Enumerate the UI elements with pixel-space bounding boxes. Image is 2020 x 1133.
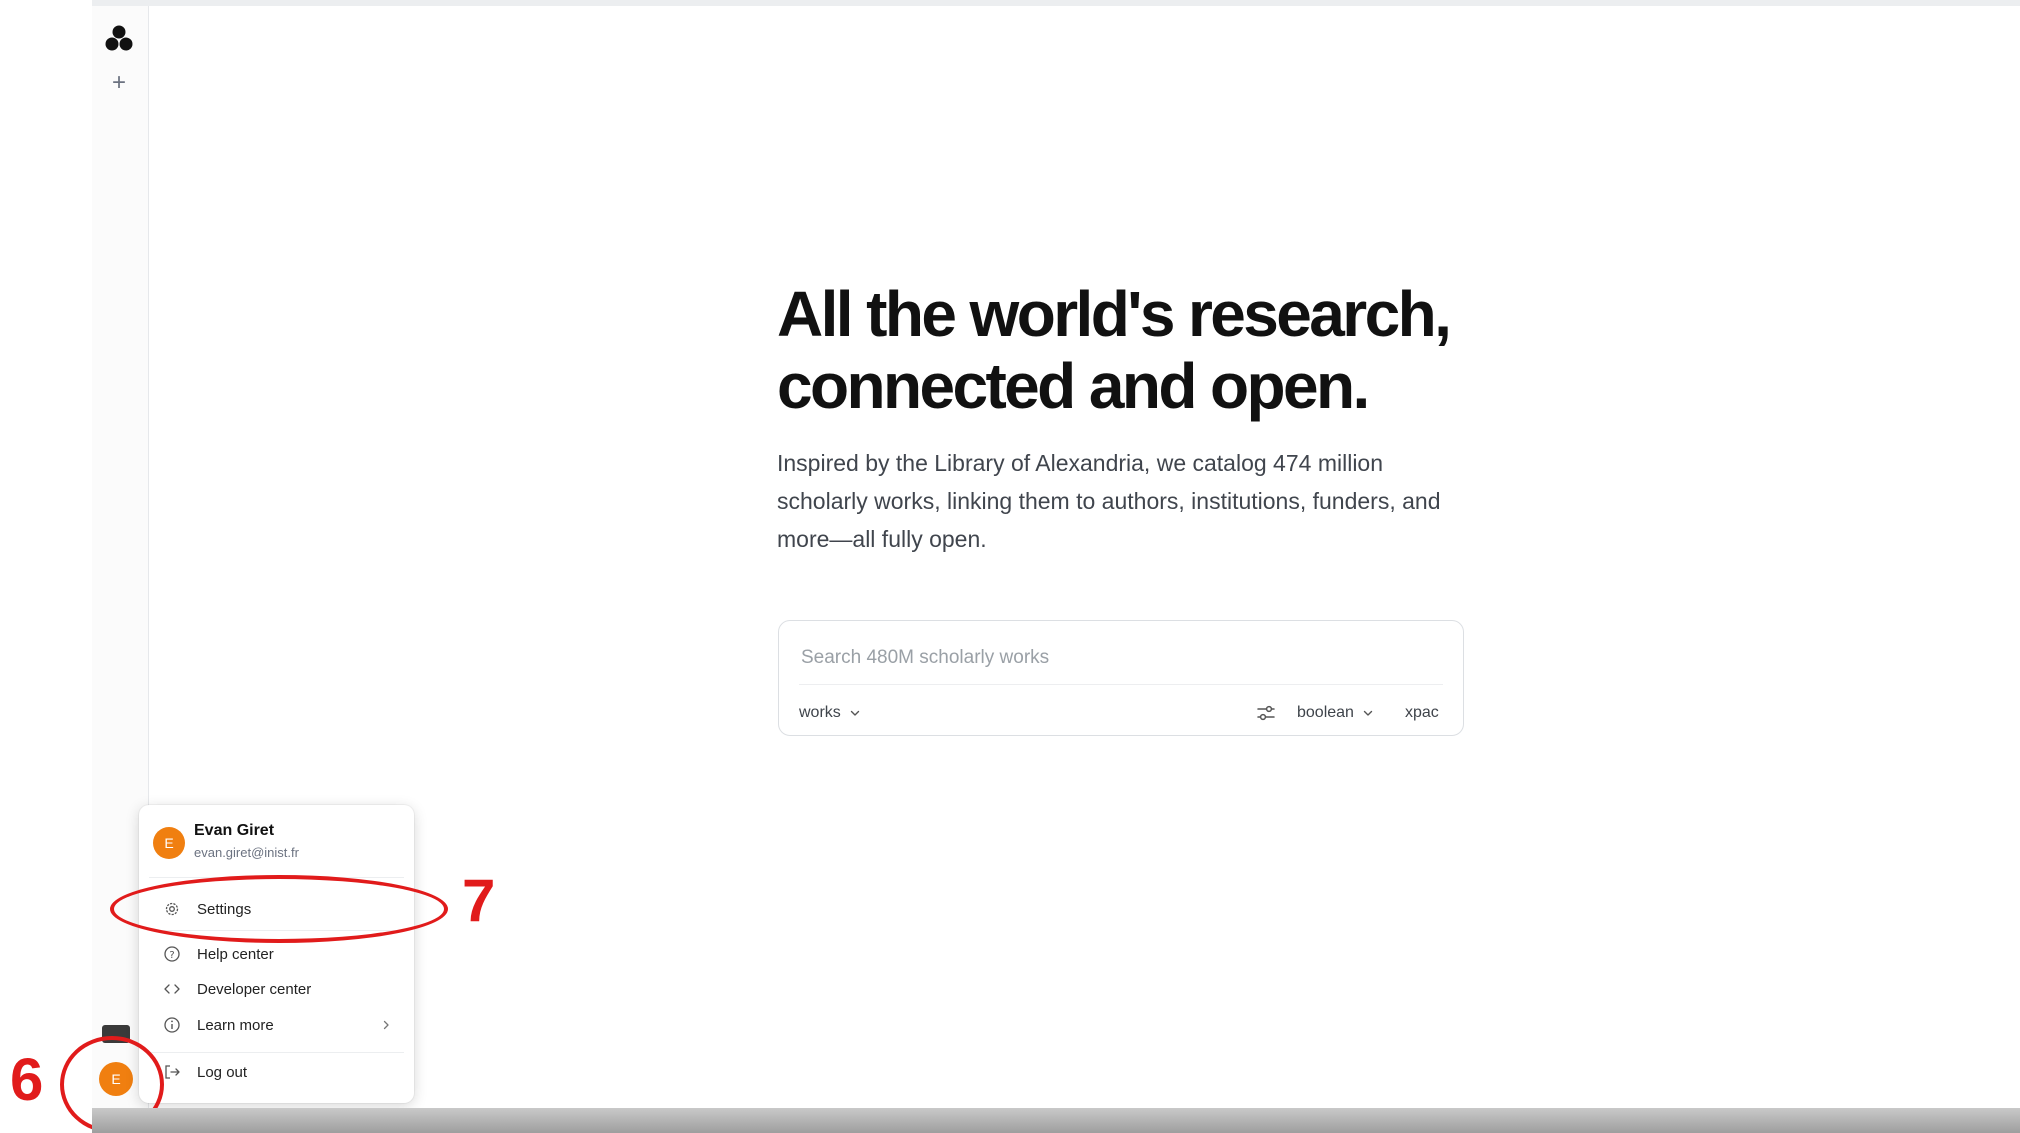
menu-item-learn-more[interactable]: Learn more <box>147 1010 406 1040</box>
annotation-number-6: 6 <box>10 1046 44 1113</box>
menu-item-help-center[interactable]: ? Help center <box>147 939 406 969</box>
chevron-down-icon <box>1363 710 1373 716</box>
annotation-number-7: 7 <box>462 867 496 934</box>
query-mode-label: boolean <box>1297 704 1354 721</box>
headline-line-2: connected and open. <box>777 350 1370 422</box>
search-divider <box>799 684 1443 685</box>
chevron-right-icon <box>383 1020 389 1030</box>
user-menu-popup: E Evan Giret evan.giret@inist.fr Setting… <box>139 805 414 1103</box>
entity-selector-label: works <box>799 704 841 721</box>
annotation-ring-settings <box>110 875 448 943</box>
entity-selector-dropdown[interactable]: works <box>799 699 861 727</box>
left-margin <box>0 0 92 1133</box>
hero-section: All the world's research, connected and … <box>777 278 1497 558</box>
sliders-icon <box>1257 705 1275 721</box>
openalex-logo-icon[interactable] <box>103 22 135 54</box>
hero-description: Inspired by the Library of Alexandria, w… <box>777 450 1441 552</box>
user-email: evan.giret@inist.fr <box>194 845 299 860</box>
query-mode-dropdown[interactable]: boolean <box>1297 699 1374 727</box>
help-circle-icon: ? <box>164 946 180 962</box>
menu-item-label: Learn more <box>197 1016 274 1034</box>
menu-item-developer-center[interactable]: Developer center <box>147 974 406 1004</box>
filter-options-button[interactable] <box>1253 699 1279 727</box>
menu-avatar: E <box>153 827 185 859</box>
bottom-shadow <box>92 1108 2020 1133</box>
chevron-down-icon <box>850 710 859 716</box>
headline-line-1: All the world's research, <box>777 278 1452 350</box>
menu-item-label: Log out <box>197 1063 248 1081</box>
user-name: Evan Giret <box>194 822 275 839</box>
logout-icon <box>165 1065 180 1079</box>
svg-text:?: ? <box>169 950 174 961</box>
page-headline: All the world's research, connected and … <box>777 278 1497 422</box>
xpac-toggle[interactable]: xpac <box>1405 699 1439 727</box>
search-input[interactable] <box>799 639 1443 677</box>
menu-item-label: Help center <box>197 945 274 963</box>
new-search-button[interactable]: + <box>106 70 132 96</box>
menu-item-label: Developer center <box>197 980 312 998</box>
menu-item-log-out[interactable]: Log out <box>147 1057 406 1087</box>
code-icon <box>164 984 180 994</box>
window-top-edge <box>92 0 2020 6</box>
menu-divider <box>149 1052 404 1053</box>
search-box: works boolean xpac <box>778 620 1464 736</box>
info-icon <box>164 1017 180 1033</box>
